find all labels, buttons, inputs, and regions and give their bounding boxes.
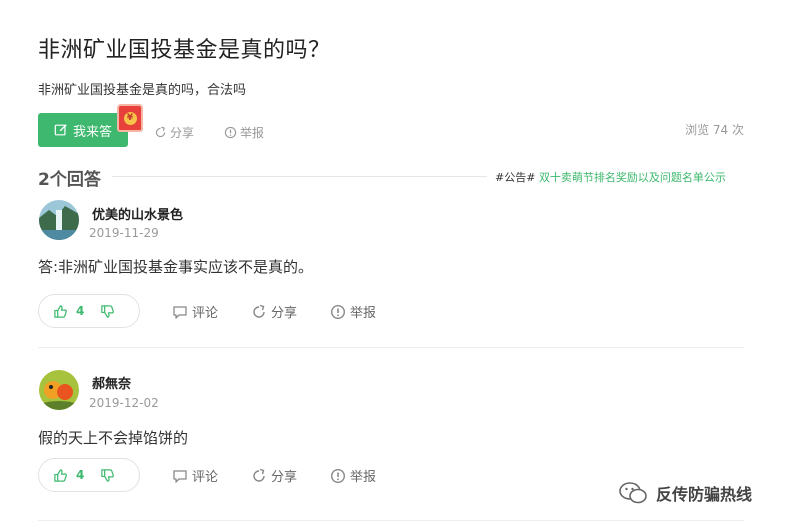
answer-share-label: 分享 — [271, 470, 298, 485]
dislike-button[interactable] — [100, 468, 115, 483]
question-report-label: 举报 — [240, 126, 265, 140]
answer-divider — [38, 520, 744, 521]
answer-report-button[interactable]: 举报 — [330, 466, 376, 485]
answer-username[interactable]: 郝無奈 — [92, 373, 131, 392]
answer-report-label: 举报 — [350, 470, 377, 485]
share-icon — [155, 126, 166, 138]
like-count: 4 — [76, 304, 85, 318]
answer-text: 假的天上不会掉馅饼的 — [38, 429, 189, 447]
question-title: 非洲矿业国投基金是真的吗？ — [38, 38, 331, 63]
comment-button[interactable]: 评论 — [172, 302, 218, 321]
question-share-label: 分享 — [170, 126, 195, 140]
avatar[interactable] — [39, 200, 79, 240]
comment-icon — [173, 469, 187, 483]
answer-share-button[interactable]: 分享 — [251, 466, 297, 485]
notice-link[interactable]: #公告# 双十卖萌节排名奖励以及问题名单公示 — [495, 169, 726, 185]
answer-report-label: 举报 — [350, 306, 377, 321]
comment-label: 评论 — [192, 470, 219, 485]
header-divider — [112, 176, 487, 177]
question-report-button[interactable]: 举报 — [224, 124, 264, 141]
coin-icon: ¥ — [123, 111, 137, 125]
answer-button-label: 我来答 — [72, 124, 112, 140]
answer-username[interactable]: 优美的山水景色 — [92, 204, 183, 223]
view-count: 浏览 74 次 — [685, 123, 744, 137]
answer-button[interactable]: 我来答 — [38, 113, 128, 147]
bird-avatar-image — [39, 370, 79, 410]
answer-share-button[interactable]: 分享 — [251, 302, 297, 321]
share-icon — [253, 468, 265, 482]
comment-button[interactable]: 评论 — [172, 466, 218, 485]
red-packet-icon[interactable]: ¥ — [117, 104, 143, 132]
notice-tag: #公告# — [495, 171, 536, 184]
like-count: 4 — [76, 468, 85, 482]
report-icon — [330, 468, 346, 483]
answer-divider — [38, 347, 744, 348]
comment-label: 评论 — [192, 306, 219, 321]
notice-text: 双十卖萌节排名奖励以及问题名单公示 — [538, 171, 726, 184]
answer-share-label: 分享 — [271, 306, 298, 321]
answers-count-heading: 2个回答 — [38, 170, 101, 190]
answer-date: 2019-12-02 — [89, 396, 159, 410]
answer-text: 答:非洲矿业国投基金事实应该不是真的。 — [38, 258, 314, 276]
thumbs-up-icon — [54, 468, 67, 482]
comment-icon — [173, 305, 187, 319]
like-button[interactable]: 4 — [53, 304, 84, 319]
vote-pill: 4 — [38, 458, 140, 492]
watermark: 反传防骗热线 — [618, 480, 752, 506]
avatar[interactable] — [39, 370, 79, 410]
report-icon — [330, 304, 346, 319]
vote-pill: 4 — [38, 294, 140, 328]
answer-report-button[interactable]: 举报 — [330, 302, 376, 321]
like-button[interactable]: 4 — [53, 468, 84, 483]
answer-date: 2019-11-29 — [89, 226, 159, 240]
thumbs-up-icon — [54, 304, 67, 318]
share-icon — [253, 304, 265, 318]
report-icon — [224, 126, 237, 139]
question-description: 非洲矿业国投基金是真的吗，合法吗 — [38, 83, 247, 98]
dislike-button[interactable] — [100, 304, 115, 319]
thumbs-down-icon — [101, 304, 115, 318]
watermark-text: 反传防骗热线 — [656, 485, 753, 504]
landscape-avatar-image — [39, 200, 79, 240]
edit-icon — [54, 124, 67, 136]
wechat-icon — [619, 482, 647, 504]
question-share-button[interactable]: 分享 — [154, 124, 194, 141]
thumbs-down-icon — [101, 468, 115, 482]
